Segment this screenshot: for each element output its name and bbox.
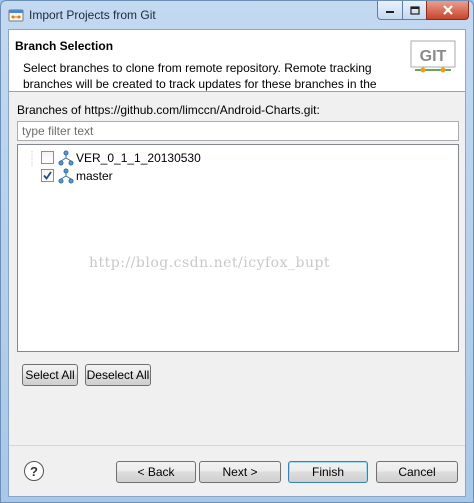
select-all-label: Select All xyxy=(25,368,75,382)
git-logo-icon: GIT xyxy=(410,40,456,73)
close-icon xyxy=(442,5,453,15)
maximize-icon xyxy=(409,5,420,15)
back-label: < Back xyxy=(137,465,175,479)
branch-row-ver[interactable]: VER_0_1_1_20130530 xyxy=(18,149,458,167)
help-button[interactable]: ? xyxy=(24,461,44,481)
branch-list[interactable]: VER_0_1_1_20130530 master xyxy=(17,144,459,352)
cancel-button[interactable]: Cancel xyxy=(376,461,458,483)
help-icon: ? xyxy=(30,463,38,479)
git-logo-text: GIT xyxy=(420,48,447,65)
window-title: Import Projects from Git xyxy=(29,8,156,22)
branch-label-ver: VER_0_1_1_20130530 xyxy=(76,151,201,165)
page-description: Select branches to clone from remote rep… xyxy=(23,60,403,92)
finish-button[interactable]: Finish xyxy=(288,461,368,483)
branch-icon xyxy=(58,168,74,184)
maximize-button[interactable] xyxy=(402,1,427,20)
branch-checkbox-ver[interactable] xyxy=(41,151,54,164)
tree-expander xyxy=(31,151,33,167)
dialog-body: Branch Selection Select branches to clon… xyxy=(8,29,466,497)
minimize-icon xyxy=(386,11,394,13)
dialog-window: Import Projects from Git Branch Selectio… xyxy=(0,0,474,503)
branch-row-master[interactable]: master xyxy=(18,167,458,185)
select-all-button[interactable]: Select All xyxy=(22,364,78,386)
checkmark-icon xyxy=(43,171,52,180)
next-label: Next > xyxy=(222,465,258,479)
branch-label-master: master xyxy=(76,169,113,183)
description-line-1: Select branches to clone from remote rep… xyxy=(23,61,372,75)
deselect-all-label: Deselect All xyxy=(86,368,150,382)
wizard-header: Branch Selection Select branches to clon… xyxy=(9,30,465,92)
minimize-button[interactable] xyxy=(377,1,403,20)
filter-input[interactable] xyxy=(17,121,459,141)
next-button[interactable]: Next > xyxy=(199,461,281,483)
branch-icon xyxy=(58,150,74,166)
title-bar[interactable]: Import Projects from Git xyxy=(1,1,473,29)
close-button[interactable] xyxy=(426,1,469,20)
cancel-label: Cancel xyxy=(398,465,436,479)
footer-separator xyxy=(9,445,465,446)
watermark: http://blog.csdn.net/icyfox_bupt xyxy=(89,255,331,271)
deselect-all-button[interactable]: Deselect All xyxy=(85,364,151,386)
branch-checkbox-master[interactable] xyxy=(41,169,54,182)
description-line-2: branches will be created to track update… xyxy=(23,77,377,91)
page-title: Branch Selection xyxy=(15,39,114,53)
finish-label: Finish xyxy=(311,465,344,479)
git-app-icon xyxy=(8,9,24,22)
back-button[interactable]: < Back xyxy=(116,461,196,483)
branches-label: Branches of https://github.com/limccn/An… xyxy=(17,103,320,117)
